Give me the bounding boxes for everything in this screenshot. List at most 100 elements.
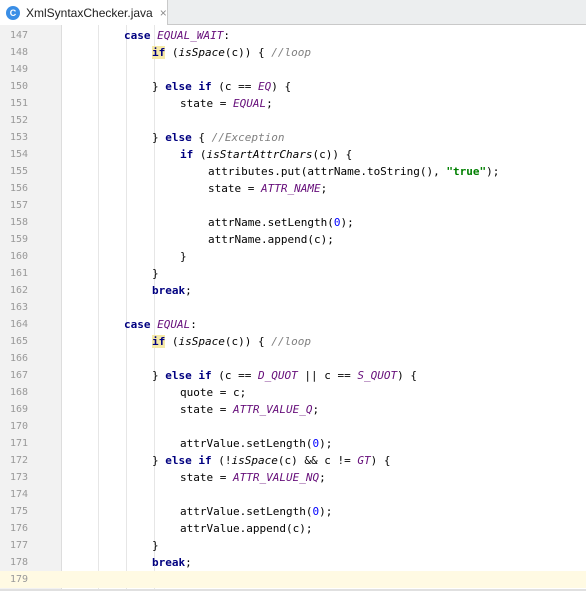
line-number: 159 [9, 234, 28, 245]
code-text: } [152, 537, 159, 554]
code-token: ( [193, 148, 207, 161]
line-number: 148 [9, 47, 28, 58]
code-text: } else if (c == D_QUOT || c == S_QUOT) { [152, 367, 417, 384]
tab-xml-syntax-checker[interactable]: C XmlSyntaxChecker.java × [0, 0, 168, 25]
code-token: isSpace [178, 46, 225, 59]
code-line[interactable]: 153} else { //Exception [0, 129, 586, 146]
code-token: case [124, 29, 158, 42]
code-line[interactable]: 148 if (isSpace(c)) { //loop [0, 44, 586, 61]
code-token: ( [165, 335, 179, 348]
code-token: state = [180, 471, 233, 484]
code-line[interactable]: 172} else if (!isSpace(c) && c != GT) { [0, 452, 586, 469]
code-token: EQUAL [232, 97, 267, 110]
code-text: state = ATTR_VALUE_Q; [180, 401, 319, 418]
code-token: if [152, 46, 166, 59]
code-token: attrName.append(c); [208, 233, 334, 246]
code-line[interactable]: 167 } else if (c == D_QUOT || c == S_QUOT… [0, 367, 586, 384]
code-line[interactable]: 151 state = EQUAL; [0, 95, 586, 112]
code-token: } [152, 454, 166, 467]
line-number: 178 [9, 557, 28, 568]
code-token: state = [180, 403, 233, 416]
code-text: state = ATTR_NAME; [208, 180, 327, 197]
code-line[interactable]: 173 state = ATTR_VALUE_NQ; [0, 469, 586, 486]
line-number: 172 [9, 455, 28, 466]
code-token: ); [486, 165, 500, 178]
close-tab-icon[interactable]: × [160, 6, 167, 20]
code-line[interactable]: 156 state = ATTR_NAME; [0, 180, 586, 197]
code-token: ATTR_VALUE_Q [232, 403, 313, 416]
code-token: state = [180, 97, 233, 110]
code-token: break [152, 284, 186, 297]
code-text: break; [152, 282, 192, 299]
code-token: ; [312, 403, 320, 416]
code-line[interactable]: 154 if (isStartAttrChars(c)) { [0, 146, 586, 163]
code-line[interactable]: 147 case EQUAL_WAIT: [0, 27, 586, 44]
code-line[interactable]: 168 quote = c; [0, 384, 586, 401]
code-token: { [191, 131, 212, 144]
code-line[interactable]: 165 if (isSpace(c)) { //loop [0, 333, 586, 350]
code-line[interactable]: 176 attrValue.append(c); [0, 520, 586, 537]
line-number: 165 [9, 336, 28, 347]
code-line[interactable]: 166 [0, 350, 586, 367]
code-line[interactable]: 161} [0, 265, 586, 282]
code-token: EQ [257, 80, 272, 93]
code-line[interactable]: 150} else if (c == EQ) { [0, 78, 586, 95]
line-number: 147 [9, 30, 28, 41]
code-text: attrValue.append(c); [180, 520, 312, 537]
code-line[interactable]: 159 attrName.append(c); [0, 231, 586, 248]
code-text: } else if (c == EQ) { [152, 78, 291, 95]
code-token: EQUAL [157, 318, 191, 331]
code-token: //Exception [211, 131, 285, 144]
code-token: ); [319, 505, 333, 518]
code-line[interactable]: 169 state = ATTR_VALUE_Q; [0, 401, 586, 418]
code-line[interactable]: 162 break; [0, 282, 586, 299]
code-line[interactable]: 171 attrValue.setLength(0); [0, 435, 586, 452]
line-number: 152 [9, 115, 28, 126]
code-line[interactable]: 160} [0, 248, 586, 265]
code-text: attrName.setLength(0); [208, 214, 354, 231]
code-text: state = EQUAL; [180, 95, 273, 112]
code-line[interactable]: 170 [0, 418, 586, 435]
code-text: case EQUAL: [124, 316, 197, 333]
line-number: 160 [9, 251, 28, 262]
code-line[interactable]: 158 attrName.setLength(0); [0, 214, 586, 231]
code-token: || c == [297, 369, 358, 382]
code-token: attrName.setLength( [208, 216, 334, 229]
code-text: case EQUAL_WAIT: [124, 27, 230, 44]
code-text: } [180, 248, 187, 265]
code-line[interactable]: 178 break; [0, 554, 586, 571]
code-line[interactable]: 163 [0, 299, 586, 316]
code-token: (c)) { [312, 148, 353, 161]
code-token: (c) && c != [277, 454, 358, 467]
code-text: attributes.put(attrName.toString(), "tru… [208, 163, 499, 180]
code-editor[interactable]: 147 case EQUAL_WAIT: 148 if (isSpace(c)) { … [0, 25, 586, 591]
code-token: S_QUOT [357, 369, 398, 382]
code-token: EQUAL_WAIT [157, 29, 224, 42]
line-number: 173 [9, 472, 28, 483]
code-line[interactable]: 179 [0, 571, 586, 588]
java-class-icon: C [6, 5, 20, 20]
code-line[interactable]: 175 attrValue.setLength(0); [0, 503, 586, 520]
line-number: 151 [9, 98, 28, 109]
line-number: 154 [9, 149, 28, 160]
line-number: 174 [9, 489, 28, 500]
code-token: } [152, 131, 166, 144]
code-line[interactable]: 164 case EQUAL: [0, 316, 586, 333]
code-line[interactable]: 157 [0, 197, 586, 214]
code-token: ( [165, 46, 179, 59]
code-text: } [152, 265, 159, 282]
code-token: "true" [446, 165, 487, 178]
code-token: GT [357, 454, 371, 467]
code-line[interactable]: 149 [0, 61, 586, 78]
code-token: ); [340, 216, 354, 229]
code-line[interactable]: 155 attributes.put(attrName.toString(), "… [0, 163, 586, 180]
code-text: attrName.append(c); [208, 231, 334, 248]
code-token: } [180, 250, 187, 263]
code-token: } [152, 539, 159, 552]
code-line[interactable]: 177} [0, 537, 586, 554]
code-token: //loop [271, 335, 311, 348]
line-number: 167 [9, 370, 28, 381]
code-line[interactable]: 152 [0, 112, 586, 129]
code-token: isSpace [231, 454, 278, 467]
code-line[interactable]: 174 [0, 486, 586, 503]
